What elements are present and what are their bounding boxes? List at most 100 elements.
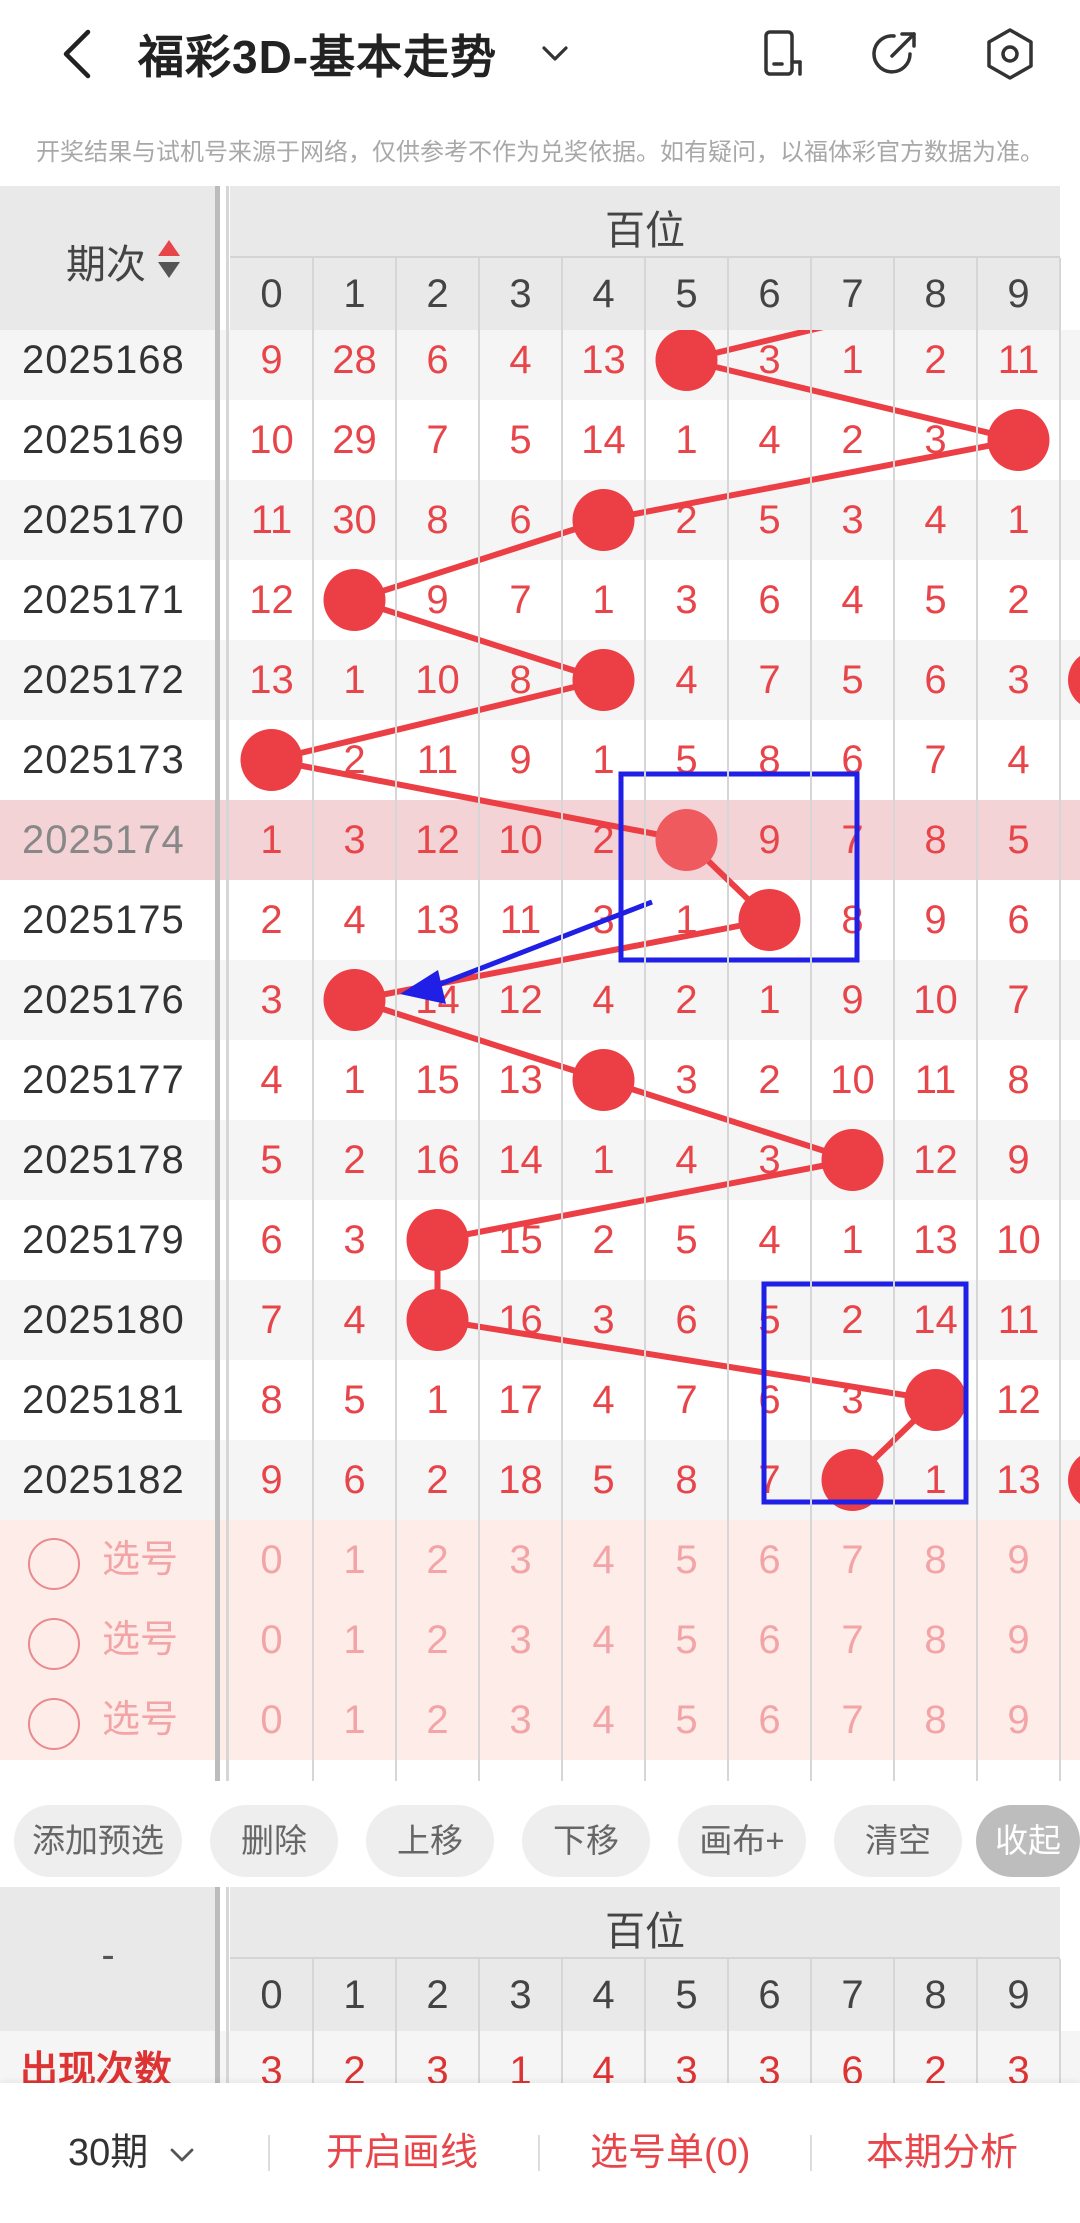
stats-left-header: - [0,1887,216,2031]
occurrence-count: 3 [1007,2049,1030,2083]
occurrence-count: 3 [758,2049,781,2083]
app-header: 福彩3D-基本走势 [0,0,1080,108]
divider [268,2135,270,2171]
hit-ball [572,649,635,711]
occurrence-count: 2 [924,2049,947,2083]
add-preselect-button[interactable]: 添加预选 [14,1805,182,1877]
hit-ball [738,889,801,951]
move-down-button[interactable]: 下移 [522,1805,650,1877]
hit-ball [323,569,386,631]
column-divider [727,258,729,1781]
divider [810,2135,812,2171]
occurrence-count: 4 [592,2049,615,2083]
trend-segment [683,357,1022,443]
digit-header-5: 5 [675,272,698,316]
occurrence-count: 3 [675,2049,698,2083]
digit-header-0: 0 [260,272,283,316]
trend-segment [268,677,607,763]
digit-header-1: 1 [343,272,366,316]
stats-left-label: - [101,1933,115,1977]
stats-digit-header-4: 4 [592,1973,615,2017]
hit-ball [987,409,1050,471]
collapse-button[interactable]: 收起 [976,1805,1080,1877]
hit-ball [406,1289,469,1351]
share-icon[interactable] [864,24,924,84]
stats-digit-header-0: 0 [260,1973,283,2017]
period-count-select[interactable]: 30期 [68,2083,199,2223]
group-header: 百位 [230,186,1060,258]
digit-header-8: 8 [924,272,947,316]
next-group-ball [1068,1456,1080,1504]
hit-ball [406,1209,469,1271]
stats-digit-header-2: 2 [426,1973,449,2017]
period-analysis-button[interactable]: 本期分析 [866,2083,1018,2223]
title-dropdown[interactable]: 福彩3D-基本走势 [138,22,575,86]
column-divider [893,1959,895,2083]
frozen-column-divider [226,186,229,1781]
period-count-label: 30期 [68,2132,149,2174]
column-divider [810,1959,812,2083]
hit-ball [655,330,718,391]
column-divider [478,258,480,1781]
digit-header-7: 7 [841,272,864,316]
stats-digit-header-7: 7 [841,1973,864,2017]
column-divider [1059,258,1061,1781]
disclaimer-text: 开奖结果与试机号来源于网络，仅供参考不作为兑奖依据。如有疑问，以福体彩官方数据为… [36,139,1044,166]
column-divider [810,258,812,1781]
frozen-column-divider [226,1887,229,2083]
column-divider [893,258,895,1781]
layout-toggle-icon[interactable] [752,24,812,84]
sort-icon [158,240,180,278]
hit-ball [572,1049,635,1111]
hit-ball [240,729,303,791]
hit-ball [323,969,386,1031]
stats-digit-header-1: 1 [343,1973,366,2017]
column-divider [395,258,397,1781]
pick-toolbar: 添加预选 删除 上移 下移 画布+ 清空 收起 [0,1781,1080,1887]
period-header[interactable]: 期次 [0,186,216,330]
frozen-column-divider [215,1887,220,2083]
column-divider [312,258,314,1781]
occurrence-row: 出现次数 3 2 3 1 4 3 3 6 2 3 [0,2031,1080,2083]
draw-line-button[interactable]: 开启画线 [326,2083,478,2223]
column-divider [1059,1959,1061,2083]
pick-list-button[interactable]: 选号单(0) [590,2083,750,2223]
back-arrow-icon[interactable] [48,22,112,86]
stats-digit-header-9: 9 [1007,1973,1030,2017]
frozen-column-divider [215,186,220,1781]
occurrence-label: 出现次数 [20,2050,173,2083]
digit-header-4: 4 [592,272,615,316]
digit-header-3: 3 [509,272,532,316]
column-divider [561,258,563,1781]
occurrence-count: 3 [260,2049,283,2083]
bottom-action-bar: 30期 开启画线 选号单(0) 本期分析 [0,2083,1080,2223]
settings-icon[interactable] [980,24,1040,84]
column-divider [312,1959,314,2083]
digit-header-9: 9 [1007,272,1030,316]
occurrence-count: 2 [343,2049,366,2083]
column-divider [976,258,978,1781]
trend-line-overlay [240,330,1080,1511]
hit-ball [655,809,718,871]
hit-ball [572,489,635,551]
move-up-button[interactable]: 上移 [366,1805,494,1877]
column-divider [644,1959,646,2083]
divider [538,2135,540,2171]
delete-button[interactable]: 删除 [210,1805,338,1877]
clear-button[interactable]: 清空 [834,1805,962,1877]
column-divider [561,1959,563,2083]
stats-digit-header-6: 6 [758,1973,781,2017]
chevron-down-icon [542,46,568,61]
hit-ball [821,1129,884,1191]
stats-table: - 百位 0 1 2 3 4 5 6 7 8 9 出现次数 3 2 3 1 4 3 3 6 2 3 [0,1887,1080,2083]
column-divider [976,1959,978,2083]
digit-header-6: 6 [758,272,781,316]
column-divider [478,1959,480,2083]
occurrence-count: 3 [426,2049,449,2083]
column-divider [395,1959,397,2083]
canvas-plus-button[interactable]: 画布+ [678,1805,806,1877]
hit-ball [904,1369,967,1431]
stats-digit-header-5: 5 [675,1973,698,2017]
column-divider [644,258,646,1781]
group-header-label: 百位 [605,209,685,253]
